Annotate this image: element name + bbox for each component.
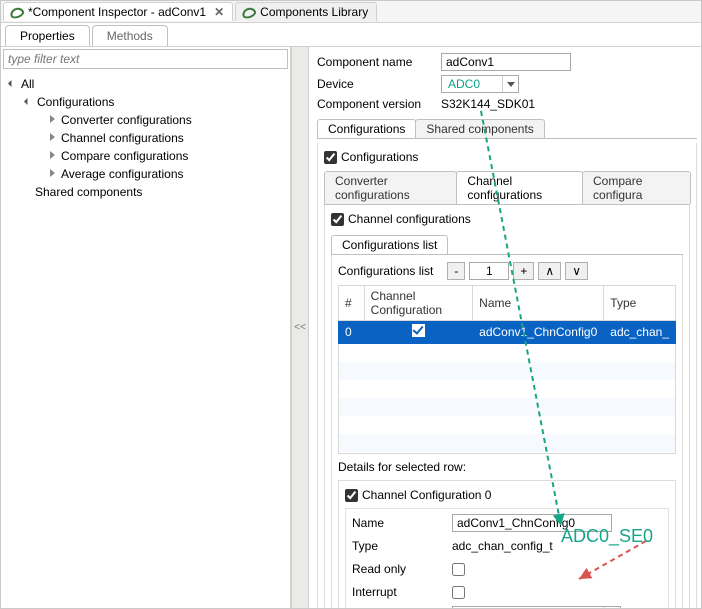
detail-readonly-checkbox[interactable] (452, 563, 465, 576)
tree-configurations[interactable]: Configurations (37, 95, 114, 109)
tree-item[interactable]: Compare configurations (61, 149, 188, 163)
close-icon[interactable]: ✕ (210, 5, 224, 19)
tab-channel-cfg[interactable]: Channel configurations (456, 171, 583, 204)
filter-input[interactable] (3, 49, 288, 69)
config-tree[interactable]: All Configurations Converter configurati… (1, 71, 290, 203)
detail-readonly-label: Read only (352, 562, 452, 576)
tab-compare-cfg[interactable]: Compare configura (582, 171, 691, 204)
col-channel-cfg[interactable]: Channel Configuration (364, 286, 473, 321)
cfg-tabs: Configurations Shared components (317, 119, 697, 139)
device-combo[interactable]: ADC0 (441, 75, 519, 93)
detail-interrupt-label: Interrupt (352, 585, 452, 599)
col-index[interactable]: # (339, 286, 365, 321)
tree-all[interactable]: All (21, 77, 34, 91)
list-count-field[interactable] (469, 262, 509, 280)
editor-tab-bar: *Component Inspector - adConv1 ✕ Compone… (1, 1, 701, 23)
tree-item[interactable]: Average configurations (61, 167, 184, 181)
table-empty-area (338, 344, 676, 454)
channel-cfg-checkbox-label: Channel configurations (348, 212, 471, 226)
twisty-icon[interactable] (47, 114, 59, 126)
detail-name-field[interactable] (452, 514, 612, 532)
tab-label: *Component Inspector - adConv1 (28, 5, 206, 19)
bean-icon (10, 5, 24, 19)
chevron-down-icon (604, 607, 620, 608)
component-version-label: Component version (317, 97, 441, 111)
tab-shared-components[interactable]: Shared components (415, 119, 544, 138)
component-name-field[interactable] (441, 53, 571, 71)
bean-icon (242, 5, 256, 19)
cell-channel-cfg[interactable] (364, 321, 473, 344)
cell-type: adc_chan_ (604, 321, 676, 344)
detail-interrupt-checkbox[interactable] (452, 586, 465, 599)
twisty-icon[interactable] (47, 150, 59, 162)
configurations-list-label: Configurations list (338, 264, 443, 278)
col-name[interactable]: Name (473, 286, 604, 321)
details-header: Details for selected row: (338, 460, 676, 474)
prop-tab-bar: Properties Methods (1, 23, 701, 47)
collapse-gutter[interactable]: << (291, 47, 309, 608)
list-up-button[interactable]: ∧ (538, 262, 561, 280)
device-value: ADC0 (442, 77, 502, 91)
device-label: Device (317, 77, 441, 91)
detail-name-label: Name (352, 516, 452, 530)
properties-panel: Component name Device ADC0 Component ver… (309, 47, 701, 608)
tab-components-library[interactable]: Components Library (235, 2, 377, 21)
cell-index: 0 (339, 321, 365, 344)
table-row[interactable]: 0 adConv1_ChnConfig0 adc_chan_ (339, 321, 676, 344)
cfg-sub-tabs: Converter configurations Channel configu… (324, 171, 690, 205)
tab-label: Components Library (260, 5, 368, 19)
tab-converter-cfg[interactable]: Converter configurations (324, 171, 457, 204)
tab-component-inspector[interactable]: *Component Inspector - adConv1 ✕ (3, 2, 233, 21)
detail-type-value: adc_chan_config_t (452, 539, 553, 553)
configurations-checkbox[interactable] (324, 151, 337, 164)
details-panel: Channel Configuration 0 Name Type adc_ch… (338, 480, 676, 608)
twisty-icon[interactable] (23, 96, 35, 108)
chevron-down-icon (502, 76, 518, 92)
tree-item[interactable]: Converter configurations (61, 113, 192, 127)
cell-name: adConv1_ChnConfig0 (473, 321, 604, 344)
detail-type-label: Type (352, 539, 452, 553)
tab-configurations[interactable]: Configurations (317, 119, 416, 138)
component-version-value: S32K144_SDK01 (441, 97, 535, 111)
twisty-icon[interactable] (47, 132, 59, 144)
list-down-button[interactable]: ∨ (565, 262, 588, 280)
collapse-arrows: << (294, 322, 306, 333)
channel-cfg0-label: Channel Configuration 0 (362, 488, 491, 502)
list-add-button[interactable]: + (513, 262, 534, 280)
component-name-label: Component name (317, 55, 441, 69)
twisty-icon[interactable] (47, 168, 59, 180)
tab-configurations-list[interactable]: Configurations list (331, 235, 448, 254)
tree-shared[interactable]: Shared components (35, 185, 142, 199)
detail-inputchannel-combo[interactable]: ADC_INPUTCHAN_EXT0 (452, 606, 621, 608)
channel-cfg0-checkbox[interactable] (345, 489, 358, 502)
check-icon (412, 324, 425, 337)
tree-item[interactable]: Channel configurations (61, 131, 184, 145)
channel-cfg-checkbox[interactable] (331, 213, 344, 226)
twisty-icon[interactable] (7, 78, 19, 90)
configurations-table[interactable]: # Channel Configuration Name Type 0 (338, 285, 676, 344)
tab-methods[interactable]: Methods (92, 25, 168, 46)
tab-properties[interactable]: Properties (5, 25, 90, 46)
tree-panel: All Configurations Converter configurati… (1, 47, 291, 608)
col-type[interactable]: Type (604, 286, 676, 321)
list-remove-button[interactable]: - (447, 262, 465, 280)
configurations-checkbox-label: Configurations (341, 150, 418, 164)
